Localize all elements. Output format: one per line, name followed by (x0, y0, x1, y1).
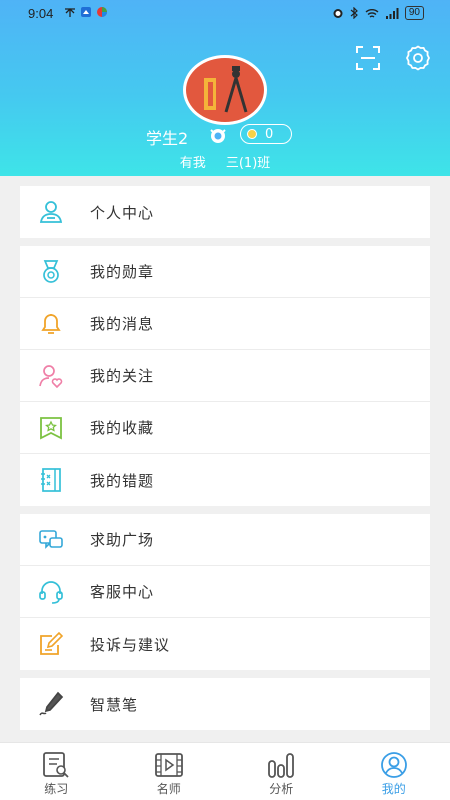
tab-label: 分析 (269, 782, 294, 796)
status-bar: 9:04 90 (0, 0, 450, 28)
pen-icon (39, 691, 64, 716)
menu-item-favorites[interactable]: 我的收藏 (20, 402, 430, 454)
bottom-tab-bar: 练习 名师 分析 我的 (0, 742, 450, 800)
signal-icon (385, 7, 399, 19)
tab-teachers[interactable]: 名师 (113, 743, 226, 800)
menu-item-smart-pen[interactable]: 智慧笔 (20, 678, 430, 730)
settings-icon[interactable] (404, 44, 432, 72)
headset-icon (39, 581, 63, 604)
coin-count: 0 (265, 126, 274, 142)
menu-group-mine: 我的勋章 我的消息 我的关注 我的收藏 我的错题 (20, 246, 430, 506)
medal-badge-icon[interactable] (208, 126, 228, 144)
medal-icon (43, 260, 59, 283)
scan-icon[interactable] (354, 44, 382, 72)
menu-item-label: 我的消息 (90, 315, 155, 333)
chat-bubbles-icon (39, 530, 63, 549)
app-icon (97, 7, 107, 17)
coin-balance[interactable]: 0 (240, 124, 292, 144)
profile-icon (380, 752, 407, 778)
tab-label: 我的 (381, 782, 406, 796)
notebook-icon (41, 468, 61, 492)
menu-item-label: 我的收藏 (90, 419, 155, 437)
bookmark-star-icon (40, 417, 62, 440)
person-icon (39, 201, 63, 223)
menu-item-label: 求助广场 (90, 531, 155, 549)
avatar[interactable] (183, 55, 267, 125)
menu-item-help-square[interactable]: 求助广场 (20, 514, 430, 566)
menu-item-label: 投诉与建议 (90, 635, 171, 654)
edit-note-icon (40, 631, 64, 655)
menu-item-medals[interactable]: 我的勋章 (20, 246, 430, 298)
follow-icon (39, 365, 63, 389)
menu-item-label: 客服中心 (90, 583, 155, 601)
menu-item-label: 我的关注 (90, 367, 155, 385)
tab-label: 练习 (44, 782, 69, 796)
menu-item-personal-center[interactable]: 个人中心 (20, 186, 430, 238)
wifi-icon (365, 8, 379, 18)
school-name: 有我 (179, 156, 206, 171)
profile-header: 9:04 90 学生2 0 有我 三(1)班 (0, 0, 450, 176)
tab-practice[interactable]: 练习 (0, 743, 113, 800)
bell-icon (41, 314, 61, 334)
coin-icon (247, 129, 257, 139)
menu-item-label: 我的错题 (90, 471, 155, 490)
avatar-image (204, 66, 248, 113)
practice-icon (43, 752, 69, 778)
menu-item-label: 我的勋章 (90, 263, 155, 281)
analysis-icon (268, 753, 295, 778)
class-name: 三(1)班 (225, 156, 271, 171)
menu-item-label: 智慧笔 (90, 695, 139, 714)
notification-icon (65, 8, 75, 17)
class-info: 有我 三(1)班 (0, 152, 450, 171)
video-icon (154, 753, 183, 777)
alarm-icon (333, 9, 343, 18)
menu-item-label: 个人中心 (90, 203, 155, 222)
battery-indicator: 90 (404, 6, 424, 20)
status-time: 9:04 (28, 6, 54, 21)
tab-label: 名师 (156, 782, 181, 796)
menu-group-account: 个人中心 (20, 186, 430, 238)
user-name: 学生2 (146, 129, 189, 148)
menu-item-following[interactable]: 我的关注 (20, 350, 430, 402)
menu-group-device: 智慧笔 (20, 678, 430, 730)
menu-item-feedback[interactable]: 投诉与建议 (20, 618, 430, 670)
menu-item-messages[interactable]: 我的消息 (20, 298, 430, 350)
menu-item-mistakes[interactable]: 我的错题 (20, 454, 430, 506)
menu-item-customer-service[interactable]: 客服中心 (20, 566, 430, 618)
app-icon (81, 7, 91, 17)
tab-analysis[interactable]: 分析 (225, 743, 338, 800)
bluetooth-icon (350, 7, 358, 19)
tab-mine[interactable]: 我的 (338, 743, 450, 800)
menu-group-help: 求助广场 客服中心 投诉与建议 (20, 514, 430, 670)
